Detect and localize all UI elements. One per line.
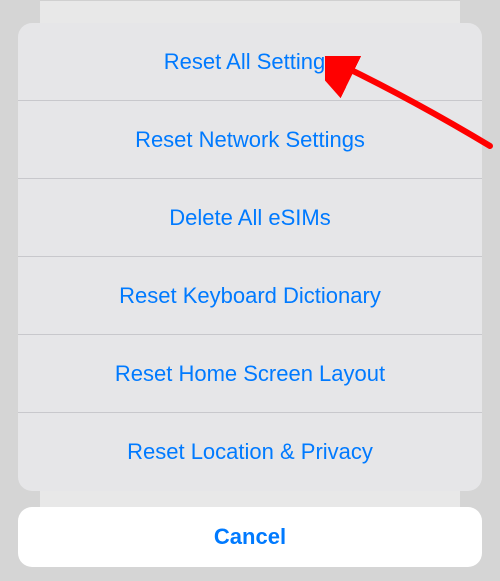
action-label: Reset All Settings: [164, 49, 336, 75]
reset-location-privacy-button[interactable]: Reset Location & Privacy: [18, 413, 482, 491]
cancel-button[interactable]: Cancel: [18, 507, 482, 567]
action-label: Reset Network Settings: [135, 127, 365, 153]
reset-keyboard-dictionary-button[interactable]: Reset Keyboard Dictionary: [18, 257, 482, 335]
reset-network-settings-button[interactable]: Reset Network Settings: [18, 101, 482, 179]
action-label: Reset Home Screen Layout: [115, 361, 385, 387]
reset-action-sheet: Reset All Settings Reset Network Setting…: [18, 23, 482, 491]
reset-all-settings-button[interactable]: Reset All Settings: [18, 23, 482, 101]
action-label: Delete All eSIMs: [169, 205, 330, 231]
reset-home-screen-layout-button[interactable]: Reset Home Screen Layout: [18, 335, 482, 413]
delete-all-esims-button[interactable]: Delete All eSIMs: [18, 179, 482, 257]
cancel-label: Cancel: [214, 524, 286, 550]
action-label: Reset Location & Privacy: [127, 439, 373, 465]
action-label: Reset Keyboard Dictionary: [119, 283, 381, 309]
